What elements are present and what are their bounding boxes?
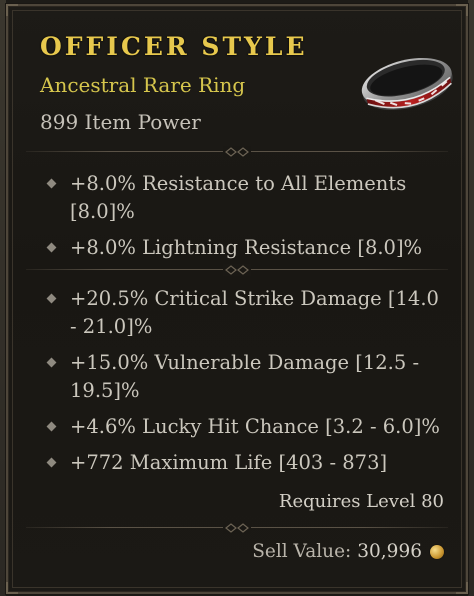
- item-tooltip: Officer Style Ancestral Rare Ring 899 It…: [0, 0, 474, 596]
- affix-item: +8.0% Resistance to All Elements [8.0]%: [46, 170, 443, 226]
- affix-item: +772 Maximum Life [403 - 873]: [46, 449, 443, 477]
- sell-value-label: Sell Value:: [252, 541, 352, 562]
- divider-ornament-icon: [223, 264, 251, 276]
- diamond-bullet-icon: [46, 457, 57, 468]
- affix-item: +8.0% Lightning Resistance [8.0]%: [46, 234, 443, 262]
- frame-corner-top-right: [456, 4, 468, 16]
- right-border-strip: [468, 0, 474, 596]
- affix-text: +4.6% Lucky Hit Chance [3.2 - 6.0]%: [70, 415, 440, 438]
- affix-text: +20.5% Critical Strike Damage [14.0 - 21…: [70, 287, 439, 338]
- sell-value-amount: 30,996: [357, 541, 422, 562]
- ring-icon: [361, 57, 453, 110]
- affix-list: +20.5% Critical Strike Damage [14.0 - 21…: [46, 285, 443, 485]
- implicit-affix-list: +8.0% Resistance to All Elements [8.0]% …: [46, 170, 443, 270]
- divider-ornament-icon: [223, 522, 251, 534]
- affix-text: +15.0% Vulnerable Damage [12.5 - 19.5]%: [70, 351, 420, 402]
- item-header: Officer Style Ancestral Rare Ring 899 It…: [40, 32, 308, 135]
- affix-item: +20.5% Critical Strike Damage [14.0 - 21…: [46, 285, 443, 341]
- frame-corner-top-left: [6, 4, 18, 16]
- diamond-bullet-icon: [46, 293, 57, 304]
- divider-ornament-icon: [223, 146, 251, 158]
- item-power: 899 Item Power: [40, 110, 201, 134]
- level-requirement: Requires Level 80: [278, 491, 444, 512]
- affix-text: +772 Maximum Life [403 - 873]: [70, 451, 388, 474]
- divider-bottom: [26, 522, 448, 534]
- diamond-bullet-icon: [46, 242, 57, 253]
- affix-text: +8.0% Lightning Resistance [8.0]%: [70, 236, 423, 259]
- affix-text: +8.0% Resistance to All Elements [8.0]%: [70, 172, 407, 223]
- item-name: Officer Style: [40, 32, 308, 61]
- frame-corner-bottom-left: [6, 582, 18, 594]
- diamond-bullet-icon: [46, 357, 57, 368]
- divider-top: [26, 146, 448, 158]
- diamond-bullet-icon: [46, 421, 57, 432]
- diamond-bullet-icon: [46, 178, 57, 189]
- gold-coin-icon: [430, 544, 444, 559]
- frame-corner-bottom-right: [456, 582, 468, 594]
- left-border-strip: [0, 0, 6, 596]
- divider-middle: [26, 264, 448, 276]
- affix-item: +4.6% Lucky Hit Chance [3.2 - 6.0]%: [46, 413, 443, 441]
- item-type: Ancestral Rare Ring: [40, 73, 246, 97]
- sell-value: Sell Value: 30,996: [252, 541, 444, 562]
- affix-item: +15.0% Vulnerable Damage [12.5 - 19.5]%: [46, 349, 443, 405]
